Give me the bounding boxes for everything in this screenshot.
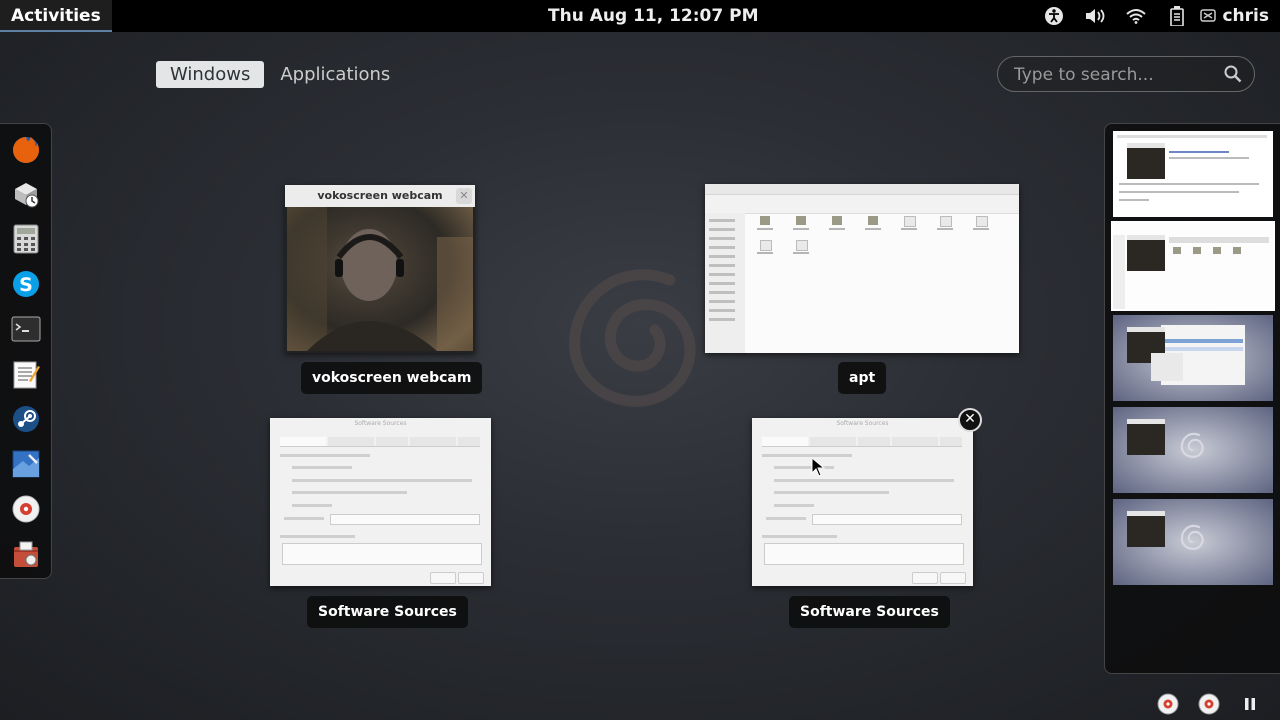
text-editor-icon[interactable] bbox=[10, 358, 42, 390]
mouse-cursor-icon bbox=[811, 457, 825, 477]
dialog-tabs bbox=[280, 437, 480, 447]
window-titlebar bbox=[705, 184, 1019, 195]
software-center-icon[interactable] bbox=[10, 538, 42, 570]
pause-icon[interactable] bbox=[1239, 693, 1261, 715]
workspace-thumbnail-5[interactable] bbox=[1113, 499, 1273, 585]
terminal-icon[interactable] bbox=[10, 313, 42, 345]
window-title: Software Sources bbox=[836, 420, 889, 427]
tab-applications[interactable]: Applications bbox=[266, 61, 404, 88]
view-selector: Windows Applications bbox=[156, 61, 406, 88]
window-toolbar bbox=[705, 195, 1019, 214]
skype-icon[interactable]: S bbox=[10, 268, 42, 300]
user-name: chris bbox=[1222, 6, 1269, 26]
workspace-switcher bbox=[1104, 123, 1280, 674]
dash: S bbox=[0, 123, 52, 579]
activities-button[interactable]: Activities bbox=[0, 0, 112, 32]
file-sidebar bbox=[705, 213, 745, 353]
dialog-tabs bbox=[762, 437, 962, 447]
workspace-thumbnail-1[interactable] bbox=[1113, 131, 1273, 217]
tab-windows[interactable]: Windows bbox=[156, 61, 265, 88]
close-icon: ✕ bbox=[456, 188, 472, 204]
window-label[interactable]: Software Sources bbox=[307, 596, 468, 628]
workspace-thumbnail-3[interactable] bbox=[1113, 315, 1273, 401]
message-tray bbox=[1157, 692, 1280, 716]
window-title: Software Sources bbox=[354, 420, 407, 427]
window-vokoscreen-webcam[interactable]: vokoscreen webcam ✕ bbox=[285, 185, 475, 353]
vokoscreen-tray-icon[interactable] bbox=[1198, 693, 1220, 715]
steam-icon[interactable] bbox=[10, 403, 42, 435]
window-apt[interactable] bbox=[705, 184, 1019, 353]
window-software-sources[interactable]: Software Sources bbox=[752, 418, 973, 586]
system-tray: chris bbox=[1028, 0, 1280, 32]
clock[interactable]: Thu Aug 11, 12:07 PM bbox=[548, 0, 759, 32]
window-label[interactable]: apt bbox=[838, 362, 887, 394]
window-title: vokoscreen webcam ✕ bbox=[285, 185, 475, 207]
accessibility-icon[interactable] bbox=[1039, 0, 1069, 32]
window-label[interactable]: vokoscreen webcam bbox=[301, 362, 483, 394]
window-label[interactable]: Software Sources bbox=[789, 596, 950, 628]
vokoscreen-icon[interactable] bbox=[10, 493, 42, 525]
system-settings-icon[interactable] bbox=[10, 448, 42, 480]
svg-text:S: S bbox=[19, 274, 33, 296]
workspace-thumbnail-2[interactable] bbox=[1111, 221, 1275, 311]
search-icon bbox=[1224, 65, 1242, 87]
close-window-icon[interactable]: ✕ bbox=[958, 408, 982, 432]
volume-icon[interactable] bbox=[1080, 0, 1110, 32]
user-menu[interactable]: chris bbox=[1200, 6, 1269, 26]
firefox-icon[interactable] bbox=[10, 134, 42, 166]
search-input[interactable] bbox=[1012, 63, 1216, 87]
window-software-sources[interactable]: Software Sources bbox=[270, 418, 491, 586]
wifi-icon[interactable] bbox=[1121, 0, 1151, 32]
user-status-icon bbox=[1200, 9, 1217, 22]
debian-logo bbox=[569, 269, 696, 407]
search-box[interactable] bbox=[997, 56, 1255, 92]
software-update-icon[interactable] bbox=[10, 178, 42, 210]
calculator-icon[interactable] bbox=[10, 223, 42, 255]
vokoscreen-tray-icon[interactable] bbox=[1157, 693, 1179, 715]
webcam-feed bbox=[287, 207, 473, 351]
battery-icon[interactable] bbox=[1162, 0, 1192, 32]
top-bar: Activities Thu Aug 11, 12:07 PM chris bbox=[0, 0, 1280, 32]
workspace-thumbnail-4[interactable] bbox=[1113, 407, 1273, 493]
